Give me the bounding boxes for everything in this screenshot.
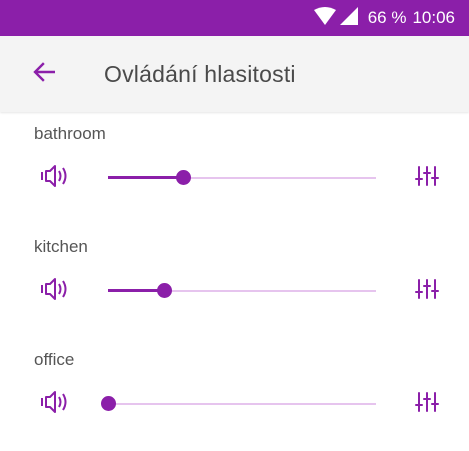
clock: 10:06	[412, 8, 455, 27]
speaker-icon	[40, 389, 70, 420]
equalizer-icon	[415, 277, 439, 306]
slider-thumb[interactable]	[101, 396, 116, 411]
zone-name: kitchen	[34, 237, 88, 256]
zone-name: office	[34, 350, 75, 369]
speaker-icon	[40, 163, 70, 194]
zone-name: bathroom	[34, 124, 106, 143]
equalizer-button[interactable]	[410, 277, 444, 305]
equalizer-icon	[415, 390, 439, 419]
status-bar: 66 % 10:06	[0, 0, 469, 36]
speaker-icon	[40, 276, 70, 307]
slider-thumb[interactable]	[157, 283, 173, 298]
slider-fill	[108, 289, 165, 292]
volume-slider[interactable]	[101, 394, 376, 414]
page-title: Ovládání hlasitosti	[104, 61, 296, 87]
signal-icon	[339, 6, 358, 30]
slider-fill	[108, 176, 184, 179]
mute-button[interactable]	[38, 277, 72, 305]
app-bar: Ovládání hlasitosti	[0, 36, 469, 112]
zone-item: office	[0, 338, 469, 451]
zone-item: bathroom	[0, 112, 469, 225]
arrow-left-icon	[33, 61, 56, 87]
equalizer-icon	[415, 164, 439, 193]
volume-slider[interactable]	[108, 281, 376, 301]
back-button[interactable]	[28, 58, 60, 90]
battery-percentage: 66 %	[367, 8, 407, 27]
equalizer-button[interactable]	[410, 164, 444, 192]
wifi-icon	[313, 6, 336, 30]
slider-thumb[interactable]	[176, 170, 192, 185]
volume-slider[interactable]	[108, 168, 376, 188]
mute-button[interactable]	[38, 164, 72, 192]
slider-track	[108, 403, 376, 405]
zone-item: kitchen	[0, 225, 469, 338]
zone-list: bathroom kitchen office	[0, 112, 469, 451]
